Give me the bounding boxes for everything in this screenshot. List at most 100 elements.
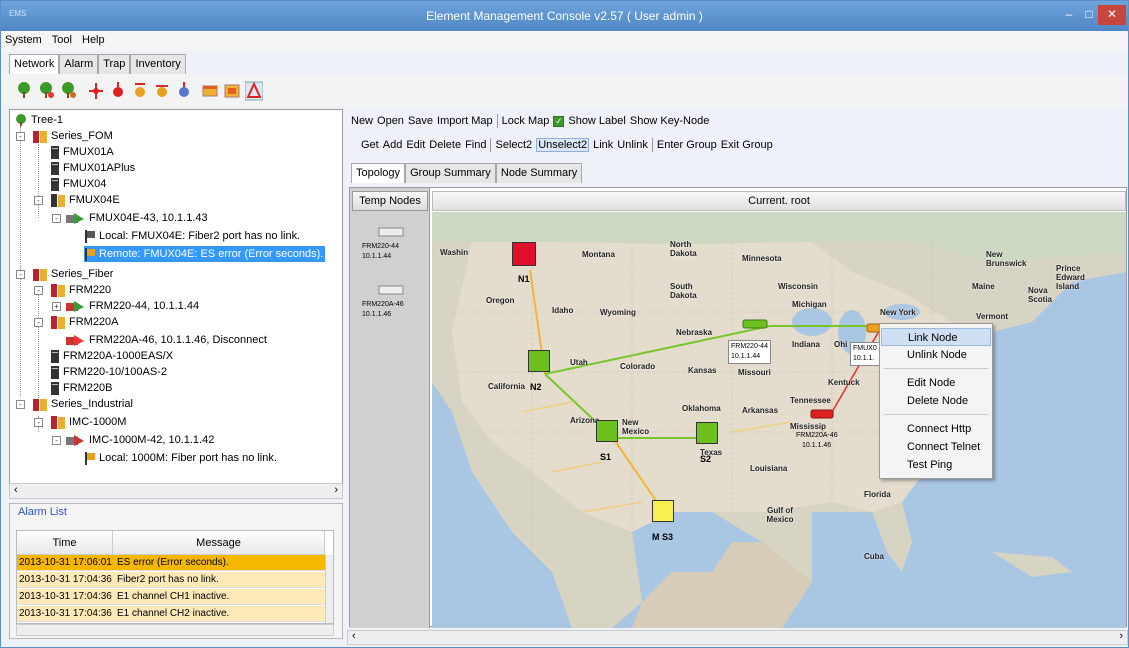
topology-node-s2[interactable] bbox=[696, 422, 718, 444]
show-key-node-button[interactable]: Show Key-Node bbox=[630, 115, 710, 127]
tree-node-frm220-10-100as[interactable]: FRM220-10/100AS-2 bbox=[50, 364, 167, 380]
device-tree[interactable]: Tree-1 - Series_FOM FMUX01A FMUX01APlus … bbox=[9, 109, 343, 499]
menu-help[interactable]: Help bbox=[78, 31, 108, 46]
tab-group-summary[interactable]: Group Summary bbox=[405, 163, 496, 183]
topology-node-n1[interactable] bbox=[512, 242, 536, 266]
minimize-icon[interactable]: – bbox=[1059, 5, 1079, 25]
topology-node-s1[interactable] bbox=[596, 420, 618, 442]
maximize-icon[interactable]: □ bbox=[1079, 5, 1099, 25]
tree-horizontal-scrollbar[interactable]: ‹ › bbox=[9, 483, 343, 499]
device-box-frm220-44[interactable]: FRM220-44 10.1.1.44 bbox=[728, 340, 771, 364]
tree-alarm-local-fmux04e[interactable]: Local: FMUX04E: Fiber2 port has no link. bbox=[84, 228, 300, 244]
scroll-right-icon[interactable]: › bbox=[334, 484, 338, 496]
scroll-right-icon[interactable]: › bbox=[1119, 630, 1123, 642]
tree-icon[interactable] bbox=[15, 80, 33, 102]
topology-icon[interactable] bbox=[245, 80, 263, 102]
collapse-icon[interactable]: - bbox=[16, 132, 25, 141]
menu-item-test-ping[interactable]: Test Ping bbox=[881, 456, 991, 474]
table-row[interactable]: 2013-10-31 17:04:36 Fiber2 port has no li… bbox=[17, 572, 325, 588]
table-row[interactable]: 2013-10-31 17:04:36 E1 channel CH1 inacti… bbox=[17, 589, 325, 605]
menu-item-link-node[interactable]: Link Node bbox=[881, 328, 991, 346]
edit-node-icon[interactable] bbox=[131, 80, 149, 102]
menu-tool[interactable]: Tool bbox=[48, 31, 75, 46]
menu-system[interactable]: System bbox=[1, 31, 45, 46]
delete-button[interactable]: Delete bbox=[429, 139, 461, 151]
add-button[interactable]: Add bbox=[383, 139, 403, 151]
temp-node-frm220-44[interactable]: FRM220-44 10.1.1.44 bbox=[362, 226, 422, 262]
tree-node-frm220a-46[interactable]: FRM220A-46, 10.1.1.46, Disconnect bbox=[66, 332, 267, 348]
tree-node-fmux04e[interactable]: FMUX04E bbox=[50, 192, 120, 208]
tab-node-summary[interactable]: Node Summary bbox=[495, 163, 583, 183]
enter-group-button[interactable]: Enter Group bbox=[657, 139, 717, 151]
add-tree-icon[interactable] bbox=[37, 80, 55, 102]
topology-node-s3[interactable] bbox=[652, 500, 674, 522]
collapse-icon[interactable]: - bbox=[34, 286, 43, 295]
tab-alarm[interactable]: Alarm bbox=[59, 54, 99, 74]
tree-node-frm220a[interactable]: FRM220A bbox=[50, 314, 119, 330]
tree-node-fmux04e-43[interactable]: FMUX04E-43, 10.1.1.43 bbox=[66, 210, 208, 226]
alarm-table[interactable]: Time Message 2013-10-31 17:06:01 ES error… bbox=[16, 530, 334, 624]
collapse-icon[interactable]: - bbox=[34, 318, 43, 327]
tree-node-frm220-44[interactable]: FRM220-44, 10.1.1.44 bbox=[66, 298, 199, 314]
alarm-vertical-scrollbar[interactable] bbox=[325, 555, 333, 623]
tree-node-frm220[interactable]: FRM220 bbox=[50, 282, 111, 298]
device-disconnected-icon[interactable] bbox=[810, 408, 834, 420]
table-row[interactable]: 2013-10-31 17:04:36 E1 channel CH2 inacti… bbox=[17, 606, 325, 622]
tree-node-series-fom[interactable]: Series_FOM bbox=[32, 128, 113, 144]
lock-map-button[interactable]: Lock Map bbox=[502, 115, 550, 127]
expand-icon[interactable]: + bbox=[52, 302, 61, 311]
unselect2-button[interactable]: Unselect2 bbox=[536, 138, 590, 152]
edit-tree-icon[interactable] bbox=[59, 80, 77, 102]
tab-inventory[interactable]: Inventory bbox=[130, 54, 186, 74]
close-icon[interactable]: ✕ bbox=[1098, 5, 1126, 25]
window-group-icon[interactable] bbox=[223, 80, 241, 102]
tree-node-frm220a-1000eas[interactable]: FRM220A-1000EAS/X bbox=[50, 348, 173, 364]
device-box-frm220a-46[interactable]: FRM220A-46 10.1.1.46 bbox=[794, 430, 840, 452]
menu-item-connect-telnet[interactable]: Connect Telnet bbox=[881, 438, 991, 456]
tree-root[interactable]: Tree-1 bbox=[14, 112, 63, 128]
link-button[interactable]: Link bbox=[593, 139, 613, 151]
select2-button[interactable]: Select2 bbox=[495, 139, 532, 151]
tab-topology[interactable]: Topology bbox=[351, 163, 406, 183]
tree-node-imc-1000m[interactable]: IMC-1000M bbox=[50, 414, 126, 430]
tree-node-series-industrial[interactable]: Series_Industrial bbox=[32, 396, 133, 412]
tree-node-frm220b[interactable]: FRM220B bbox=[50, 380, 113, 396]
collapse-icon[interactable]: - bbox=[16, 270, 25, 279]
topology-map[interactable]: Washin Montana North Dakota Minnesota So… bbox=[432, 212, 1126, 628]
menu-item-edit-node[interactable]: Edit Node bbox=[881, 374, 991, 392]
alarm-horizontal-scrollbar[interactable] bbox=[16, 624, 334, 636]
column-header-message[interactable]: Message bbox=[113, 531, 325, 555]
topology-horizontal-scrollbar[interactable]: ‹ › bbox=[347, 630, 1128, 645]
collapse-icon[interactable]: - bbox=[16, 400, 25, 409]
get-button[interactable]: Get bbox=[361, 139, 379, 151]
collapse-icon[interactable]: - bbox=[52, 214, 61, 223]
open-button[interactable]: Open bbox=[377, 115, 404, 127]
edit-button[interactable]: Edit bbox=[406, 139, 425, 151]
column-header-time[interactable]: Time bbox=[17, 531, 113, 555]
tree-alarm-remote-fmux04e[interactable]: Remote: FMUX04E: ES error (Error seconds… bbox=[84, 246, 326, 262]
tree-node-fmux01aplus[interactable]: FMUX01APlus bbox=[50, 160, 135, 176]
temp-node-frm220a-46[interactable]: FRM220A-46 10.1.1.46 bbox=[362, 284, 422, 320]
delete-node-icon[interactable] bbox=[153, 80, 171, 102]
tree-alarm-local-1000m[interactable]: Local: 1000M: Fiber port has no link. bbox=[84, 450, 277, 466]
scroll-left-icon[interactable]: ‹ bbox=[352, 630, 356, 642]
group-icon[interactable] bbox=[201, 80, 219, 102]
tree-node-fmux04[interactable]: FMUX04 bbox=[50, 176, 106, 192]
scroll-left-icon[interactable]: ‹ bbox=[14, 484, 18, 496]
menu-item-unlink-node[interactable]: Unlink Node bbox=[881, 346, 991, 364]
tree-node-fmux01a[interactable]: FMUX01A bbox=[50, 144, 114, 160]
tree-node-imc-1000m-42[interactable]: IMC-1000M-42, 10.1.1.42 bbox=[66, 432, 214, 448]
menu-item-connect-http[interactable]: Connect Http bbox=[881, 420, 991, 438]
add-node-icon[interactable] bbox=[109, 80, 127, 102]
collapse-icon[interactable]: - bbox=[52, 436, 61, 445]
device-box-fmux04e[interactable]: FMUX0 10.1.1. bbox=[850, 342, 880, 366]
topology-node-n2[interactable] bbox=[528, 350, 550, 372]
table-row[interactable]: 2013-10-31 17:06:01 ES error (Error secon… bbox=[17, 555, 325, 571]
find-node-icon[interactable] bbox=[175, 80, 193, 102]
device-online-icon[interactable] bbox=[742, 318, 768, 330]
collapse-icon[interactable]: - bbox=[34, 418, 43, 427]
unlink-button[interactable]: Unlink bbox=[617, 139, 648, 151]
node-icon[interactable] bbox=[87, 80, 105, 102]
collapse-icon[interactable]: - bbox=[34, 196, 43, 205]
find-button[interactable]: Find bbox=[465, 139, 486, 151]
